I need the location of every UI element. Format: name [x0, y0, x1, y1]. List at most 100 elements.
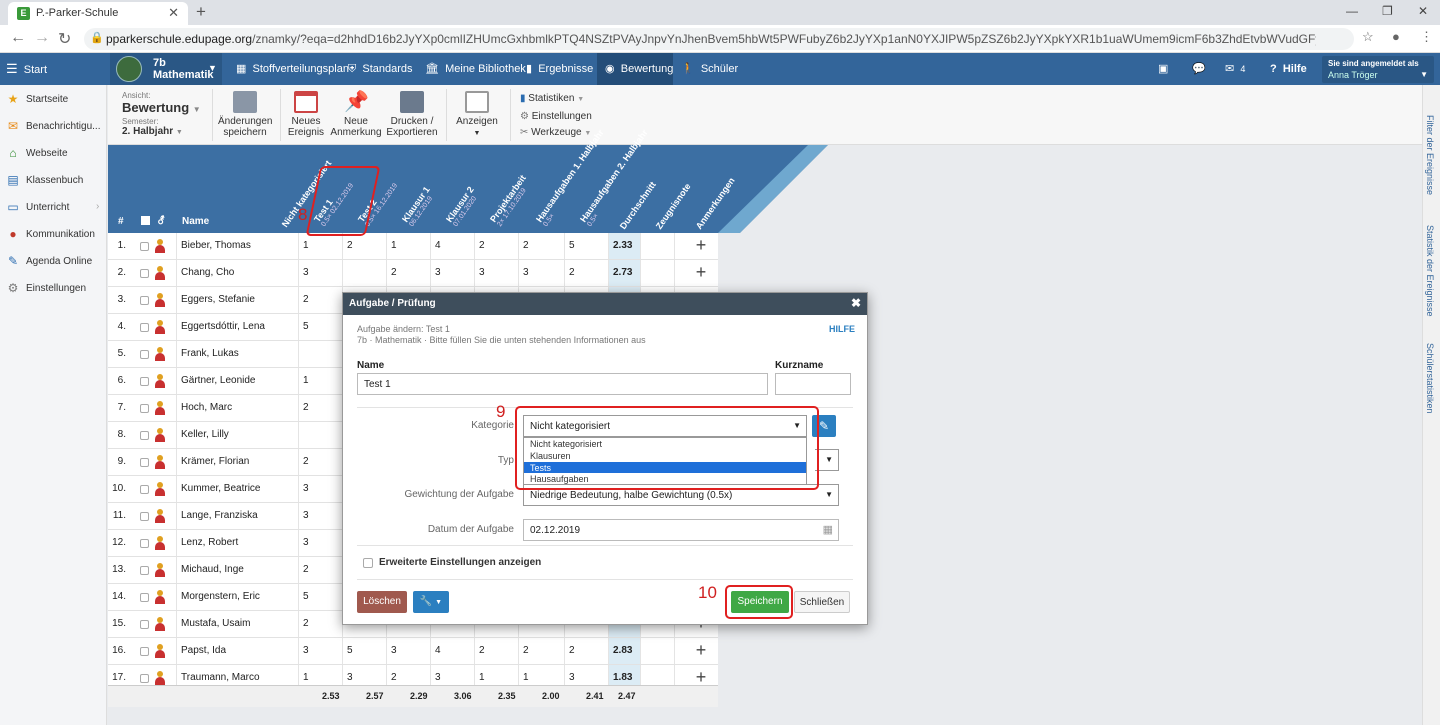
- student-name[interactable]: Hoch, Marc: [176, 395, 298, 421]
- student-name[interactable]: Lange, Franziska: [176, 503, 298, 529]
- grade-cell[interactable]: 2: [518, 638, 562, 664]
- row-checkbox[interactable]: [140, 539, 149, 548]
- mail-button[interactable]: ✉ 4: [1225, 53, 1245, 85]
- tools-menu[interactable]: ✂ Werkzeuge ▼: [520, 125, 592, 143]
- profile-icon[interactable]: ●: [1392, 29, 1400, 44]
- row-checkbox[interactable]: [140, 431, 149, 440]
- grade-cell[interactable]: 3: [298, 260, 342, 286]
- back-icon[interactable]: ←: [10, 29, 26, 47]
- sidebar-item-unterricht[interactable]: ▭ Unterricht ›: [0, 194, 107, 221]
- grade-cell[interactable]: 4: [430, 638, 474, 664]
- table-row[interactable]: 16. Papst, Ida 3 5 3 4 2 2 2 2.83: [108, 638, 718, 665]
- grade-cell[interactable]: 5: [564, 233, 608, 259]
- statistics-menu[interactable]: ▮ Statistiken ▼: [520, 91, 592, 109]
- grade-cell[interactable]: 3: [474, 260, 518, 286]
- tab-student-statistics[interactable]: Schülerstatistiken: [1425, 343, 1435, 414]
- settings-menu[interactable]: ⚙ Einstellungen: [520, 109, 592, 126]
- row-checkbox[interactable]: [140, 485, 149, 494]
- row-checkbox[interactable]: [140, 593, 149, 602]
- student-name[interactable]: Eggertsdóttir, Lena: [176, 314, 298, 340]
- start-menu-button[interactable]: ☰ Start: [6, 53, 47, 85]
- nav-standards[interactable]: ⛨ Standards: [348, 53, 413, 85]
- close-button[interactable]: Schließen: [794, 591, 850, 613]
- grade-cell[interactable]: 2: [298, 287, 342, 313]
- new-tab-icon[interactable]: +: [196, 2, 206, 22]
- add-note-icon[interactable]: +: [686, 235, 716, 256]
- report-grade-cell[interactable]: [640, 260, 674, 286]
- row-checkbox[interactable]: [140, 674, 149, 683]
- view-selector[interactable]: Ansicht: Bewertung ▼ Semester: 2. Halbja…: [122, 91, 201, 137]
- new-event-button[interactable]: Neues Ereignis: [286, 91, 326, 138]
- nav-bewertung[interactable]: ◉ Bewertung: [597, 53, 673, 85]
- select-all-checkbox[interactable]: [141, 216, 150, 225]
- report-grade-cell[interactable]: [640, 638, 674, 664]
- grade-cell[interactable]: [298, 422, 342, 448]
- grade-cell[interactable]: 2: [518, 233, 562, 259]
- student-name[interactable]: Chang, Cho: [176, 260, 298, 286]
- reload-icon[interactable]: ↻: [58, 29, 71, 49]
- new-note-button[interactable]: 📌 Neue Anmerkung: [330, 91, 382, 138]
- row-checkbox[interactable]: [140, 296, 149, 305]
- grade-cell[interactable]: 3: [430, 260, 474, 286]
- user-menu[interactable]: Sie sind angemeldet als Anna Tröger ▼: [1322, 56, 1434, 83]
- grade-cell[interactable]: 2: [342, 233, 386, 259]
- row-checkbox[interactable]: [140, 647, 149, 656]
- student-name[interactable]: Gärtner, Leonide: [176, 368, 298, 394]
- student-name[interactable]: Keller, Lilly: [176, 422, 298, 448]
- menu-kebab-icon[interactable]: ⋮: [1420, 29, 1433, 45]
- row-checkbox[interactable]: [140, 350, 149, 359]
- grade-cell[interactable]: 3: [518, 260, 562, 286]
- grade-cell[interactable]: 1: [298, 368, 342, 394]
- nav-stoffverteilungsplan[interactable]: ▦ Stoffverteilungsplan: [236, 53, 349, 85]
- grade-cell[interactable]: 2: [474, 638, 518, 664]
- save-changes-button[interactable]: Änderungen speichern: [218, 91, 273, 138]
- add-note-icon[interactable]: +: [686, 640, 716, 661]
- grade-cell[interactable]: 3: [298, 476, 342, 502]
- row-checkbox[interactable]: [140, 512, 149, 521]
- grade-cell[interactable]: 2: [298, 611, 342, 637]
- student-name[interactable]: Frank, Lukas: [176, 341, 298, 367]
- nav-meine-bibliothek[interactable]: 🏛 Meine Bibliothek: [425, 53, 526, 85]
- nav-ergebnisse[interactable]: ▮ Ergebnisse: [526, 53, 593, 85]
- sidebar-item-startseite[interactable]: ★ Startseite: [0, 86, 107, 113]
- row-checkbox[interactable]: [140, 404, 149, 413]
- short-name-input[interactable]: [775, 373, 851, 395]
- student-name[interactable]: Mustafa, Usaim: [176, 611, 298, 637]
- screen-icon[interactable]: ▣: [1158, 53, 1168, 85]
- grade-cell[interactable]: [298, 341, 342, 367]
- nav-schueler[interactable]: 🚶 Schüler: [681, 53, 738, 85]
- grade-cell[interactable]: 2: [298, 557, 342, 583]
- row-checkbox[interactable]: [140, 242, 149, 251]
- sidebar-item-einstellungen[interactable]: ⚙ Einstellungen: [0, 275, 107, 302]
- grade-cell[interactable]: 5: [298, 584, 342, 610]
- calendar-icon[interactable]: ▦: [823, 523, 833, 536]
- sidebar-item-klassenbuch[interactable]: ▤ Klassenbuch: [0, 167, 107, 194]
- row-checkbox[interactable]: [140, 269, 149, 278]
- table-row[interactable]: 1. Bieber, Thomas 1 2 1 4 2 2 5 2.33: [108, 233, 718, 260]
- show-button[interactable]: Anzeigen ▼: [452, 91, 502, 139]
- grade-cell[interactable]: 2: [298, 395, 342, 421]
- date-input[interactable]: 02.12.2019 ▦: [523, 519, 839, 541]
- close-icon[interactable]: ✖: [851, 296, 861, 310]
- row-checkbox[interactable]: [140, 566, 149, 575]
- dialog-help-link[interactable]: HILFE: [829, 324, 855, 334]
- student-name[interactable]: Michaud, Inge: [176, 557, 298, 583]
- student-name[interactable]: Krämer, Florian: [176, 449, 298, 475]
- maximize-icon[interactable]: ❐: [1382, 4, 1393, 18]
- sidebar-item-webseite[interactable]: ⌂ Webseite: [0, 140, 107, 167]
- grade-cell[interactable]: 4: [430, 233, 474, 259]
- sidebar-item-kommunikation[interactable]: ● Kommunikation: [0, 221, 107, 248]
- student-name[interactable]: Kummer, Beatrice: [176, 476, 298, 502]
- grade-cell[interactable]: 1: [386, 233, 430, 259]
- grade-cell[interactable]: 5: [342, 638, 386, 664]
- delete-button[interactable]: Löschen: [357, 591, 407, 613]
- grade-cell[interactable]: 5: [298, 314, 342, 340]
- table-row[interactable]: 2. Chang, Cho 3 2 3 3 3 2 2.73: [108, 260, 718, 287]
- close-tab-icon[interactable]: ✕: [168, 5, 179, 21]
- url-input[interactable]: 🔒 pparkerschule.edupage.org/znamky/?eqa=…: [84, 28, 1354, 50]
- tools-button[interactable]: 🔧 ▼: [413, 591, 449, 613]
- tab-filter-events[interactable]: Filter der Ereignisse: [1425, 115, 1435, 195]
- window-close-icon[interactable]: ✕: [1418, 4, 1428, 18]
- grade-cell[interactable]: 2: [386, 260, 430, 286]
- student-name[interactable]: Morgenstern, Eric: [176, 584, 298, 610]
